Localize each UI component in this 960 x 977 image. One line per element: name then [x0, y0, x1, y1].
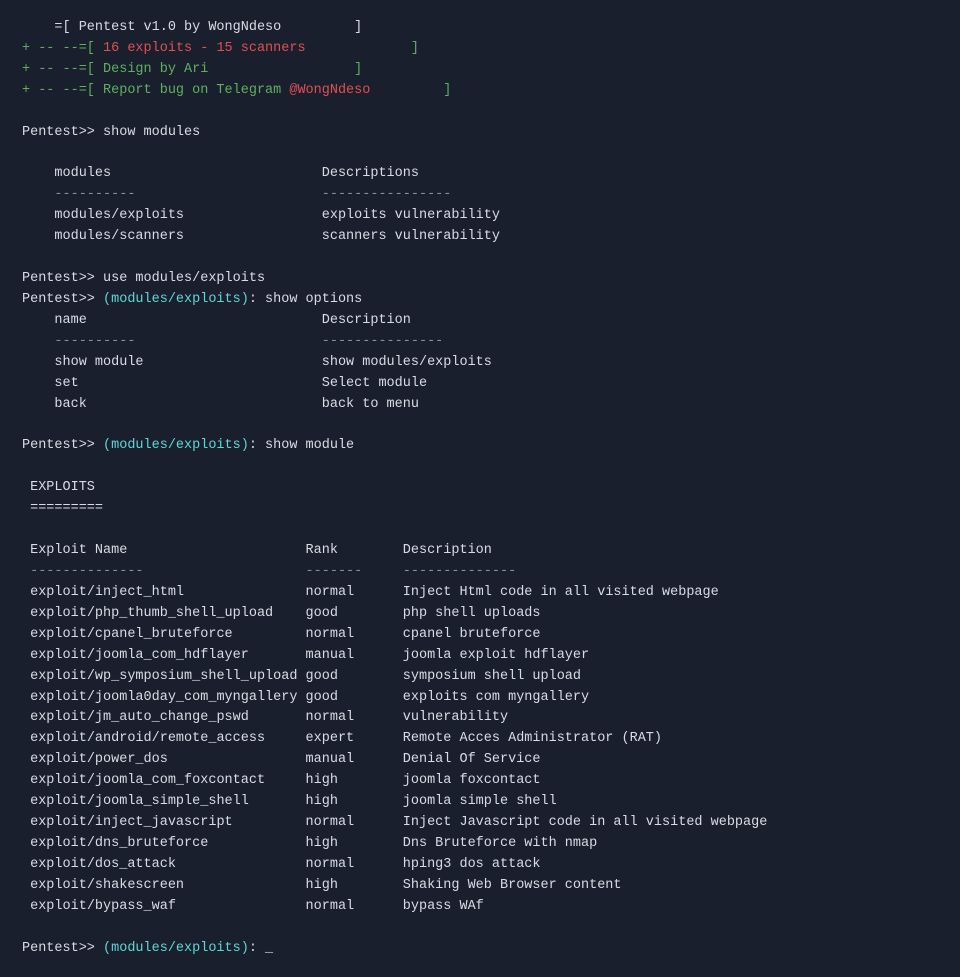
- exploit-row-13: exploit/dns_bruteforce high Dns Brutefor…: [22, 836, 597, 851]
- exploit-row-2: exploit/php_thumb_shell_upload good php …: [22, 606, 541, 621]
- exploits-title: EXPLOITS: [22, 480, 95, 495]
- exploit-row-5: exploit/wp_symposium_shell_upload good s…: [22, 669, 581, 684]
- exploit-row-10: exploit/joomla_com_foxcontact high jooml…: [22, 773, 541, 788]
- show-options-cmd: Pentest>> (modules/exploits): show optio…: [22, 292, 362, 307]
- header-line1: =[ Pentest v1.0 by WongNdeso ]: [22, 20, 362, 35]
- header-line2: + -- --=[ 16 exploits - 15 scanners ]: [22, 41, 419, 56]
- use-cmd: Pentest>> use modules/exploits: [22, 271, 265, 286]
- show-module-cmd: Pentest>> (modules/exploits): show modul…: [22, 438, 354, 453]
- exploit-row-7: exploit/jm_auto_change_pswd normal vulne…: [22, 710, 508, 725]
- header-line4: + -- --=[ Report bug on Telegram @WongNd…: [22, 83, 451, 98]
- exploit-row-6: exploit/joomla0day_com_myngallery good e…: [22, 690, 589, 705]
- header-line3: + -- --=[ Design by Ari ]: [22, 62, 362, 77]
- exploit-row-11: exploit/joomla_simple_shell high joomla …: [22, 794, 557, 809]
- exploit-row-16: exploit/bypass_waf normal bypass WAf: [22, 899, 484, 914]
- exploit-row-3: exploit/cpanel_bruteforce normal cpanel …: [22, 627, 541, 642]
- exploit-row-12: exploit/inject_javascript normal Inject …: [22, 815, 767, 830]
- exploits-equals: =========: [22, 501, 103, 516]
- show-modules-cmd: Pentest>> show modules: [22, 125, 200, 140]
- exploit-row-8: exploit/android/remote_access expert Rem…: [22, 731, 662, 746]
- terminal-output: =[ Pentest v1.0 by WongNdeso ] + -- --=[…: [22, 18, 938, 959]
- bottom-prompt[interactable]: Pentest>> (modules/exploits): _: [22, 941, 273, 956]
- options-table: name Description ---------- ------------…: [22, 313, 492, 412]
- exploit-row-14: exploit/dos_attack normal hping3 dos att…: [22, 857, 541, 872]
- modules-table-header: modules Descriptions ---------- --------…: [22, 166, 500, 244]
- exploit-row-15: exploit/shakescreen high Shaking Web Bro…: [22, 878, 622, 893]
- exploit-row-1: exploit/inject_html normal Inject Html c…: [22, 585, 719, 600]
- exploit-row-9: exploit/power_dos manual Denial Of Servi…: [22, 752, 541, 767]
- exploit-row-4: exploit/joomla_com_hdflayer manual jooml…: [22, 648, 589, 663]
- exploits-table-headers: Exploit Name Rank Description ----------…: [22, 543, 516, 579]
